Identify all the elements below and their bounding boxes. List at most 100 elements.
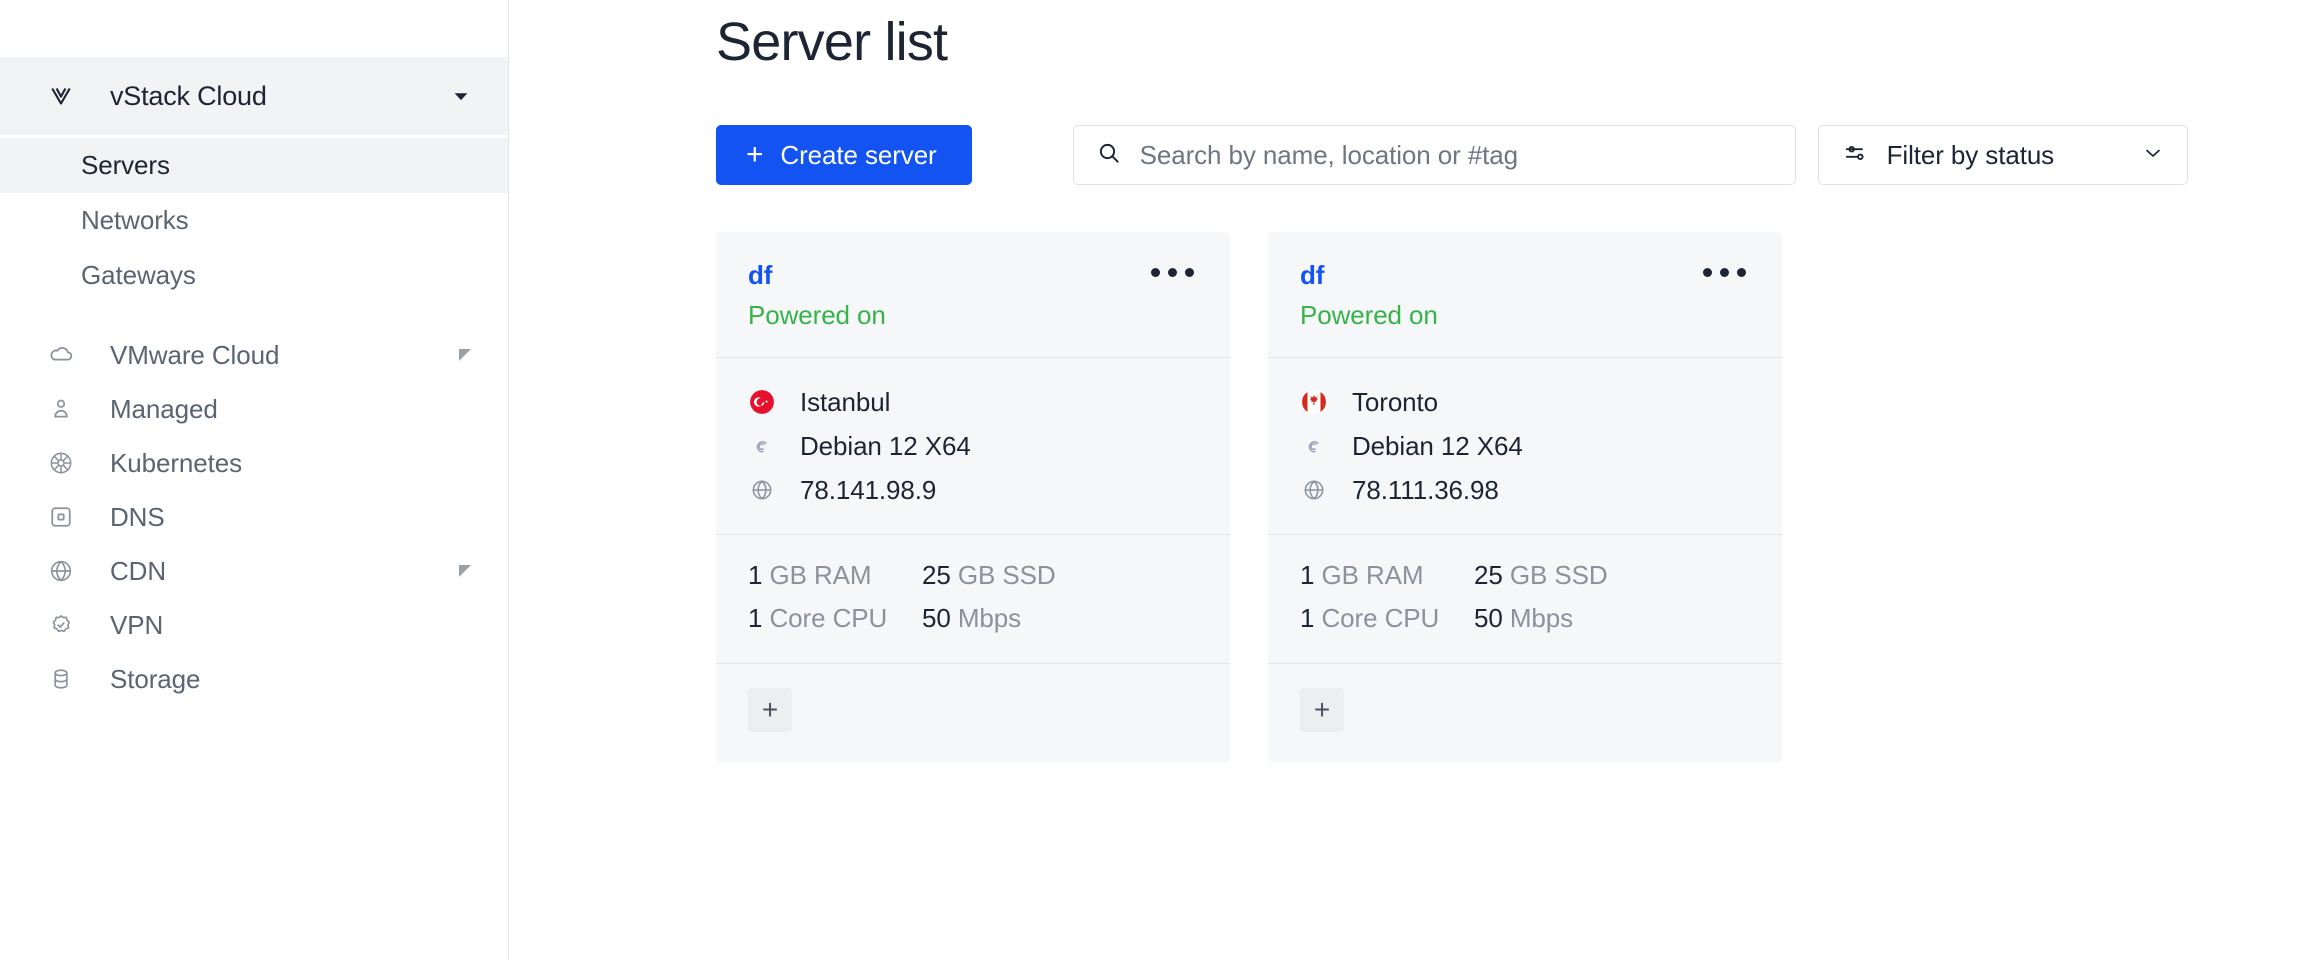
sidebar-item-networks[interactable]: Networks <box>0 193 508 248</box>
spec-ram-unit: GB RAM <box>1322 560 1424 590</box>
sidebar-item-vpn-label: VPN <box>110 610 456 641</box>
create-server-button[interactable]: + Create server <box>716 125 972 185</box>
spec-ssd-value: 25 <box>1474 560 1503 590</box>
sidebar-item-gateways[interactable]: Gateways <box>0 248 508 303</box>
spec-bandwidth-value: 50 <box>922 603 951 633</box>
no-expand-placeholder <box>456 670 474 688</box>
spec-ssd: 25 GB SSD <box>1474 557 1750 594</box>
search-icon <box>1096 140 1122 171</box>
spec-ram-value: 1 <box>1300 560 1314 590</box>
server-location: Istanbul <box>800 387 890 418</box>
canada-flag-icon <box>1300 388 1328 416</box>
sidebar-item-networks-label: Networks <box>81 205 189 236</box>
expand-corner-icon[interactable] <box>456 346 474 364</box>
spec-cpu-unit: Core CPU <box>770 603 888 633</box>
server-name-link[interactable]: df <box>1300 260 1324 291</box>
spec-cpu-value: 1 <box>748 603 762 633</box>
spec-bandwidth-unit: Mbps <box>958 603 1021 633</box>
server-card[interactable]: df Powered on <box>1268 232 1782 762</box>
server-card-header: df Powered on <box>1268 232 1782 357</box>
sidebar-item-servers-label: Servers <box>81 150 170 181</box>
server-ip-row: 78.111.36.98 <box>1300 468 1750 512</box>
search-box[interactable] <box>1073 125 1796 185</box>
search-input[interactable] <box>1140 140 1773 171</box>
spec-bandwidth: 50 Mbps <box>1474 600 1750 637</box>
ellipsis-icon[interactable] <box>1145 262 1200 283</box>
spec-ram-unit: GB RAM <box>770 560 872 590</box>
sidebar-brand-vstack-cloud[interactable]: vStack Cloud <box>0 57 508 135</box>
server-specs: 1 GB RAM 25 GB SSD 1 Core CPU 50 Mbps <box>716 535 1230 663</box>
spec-ram: 1 GB RAM <box>1300 557 1474 594</box>
turkey-flag-icon <box>748 388 776 416</box>
sidebar-item-kubernetes-label: Kubernetes <box>110 448 456 479</box>
sidebar-item-gateways-label: Gateways <box>81 260 196 291</box>
sidebar-item-storage[interactable]: Storage <box>0 652 508 706</box>
server-specs: 1 GB RAM 25 GB SSD 1 Core CPU 50 Mbps <box>1268 535 1782 663</box>
no-expand-placeholder <box>456 400 474 418</box>
server-location-row: Toronto <box>1300 380 1750 424</box>
no-expand-placeholder <box>456 616 474 634</box>
debian-icon <box>1300 432 1328 460</box>
sidebar-item-servers[interactable]: Servers <box>0 138 508 193</box>
server-ip: 78.111.36.98 <box>1352 475 1499 506</box>
server-location-row: Istanbul <box>748 380 1198 424</box>
sidebar-top-spacer <box>0 0 508 57</box>
dns-icon <box>46 502 76 532</box>
sidebar-item-dns[interactable]: DNS <box>0 490 508 544</box>
spec-cpu: 1 Core CPU <box>748 600 922 637</box>
filter-by-status-label: Filter by status <box>1887 140 2123 171</box>
server-card-info: Istanbul Debian 12 X64 <box>716 358 1230 534</box>
vstack-v-logo-icon <box>46 81 76 111</box>
spec-bandwidth-unit: Mbps <box>1510 603 1573 633</box>
caret-down-icon[interactable] <box>448 83 474 109</box>
spec-ssd-unit: GB SSD <box>958 560 1056 590</box>
page-title: Server list <box>716 4 2303 80</box>
server-ip-row: 78.141.98.9 <box>748 468 1198 512</box>
server-location: Toronto <box>1352 387 1438 418</box>
spec-ssd: 25 GB SSD <box>922 557 1198 594</box>
sidebar-item-vpn[interactable]: VPN <box>0 598 508 652</box>
spec-ram-value: 1 <box>748 560 762 590</box>
globe-icon <box>46 556 76 586</box>
filter-by-status-dropdown[interactable]: Filter by status <box>1818 125 2188 185</box>
sidebar-item-cdn[interactable]: CDN <box>0 544 508 598</box>
expand-corner-icon[interactable] <box>456 562 474 580</box>
server-card[interactable]: df Powered on <box>716 232 1230 762</box>
sidebar-item-managed[interactable]: Managed <box>0 382 508 436</box>
sidebar-item-managed-label: Managed <box>110 394 456 425</box>
app-root: vStack Cloud Servers Networks Gateways V… <box>0 0 2303 960</box>
sidebar-item-cdn-label: CDN <box>110 556 456 587</box>
spec-cpu: 1 Core CPU <box>1300 600 1474 637</box>
add-tag-button[interactable]: + <box>748 688 792 732</box>
shield-check-icon <box>46 610 76 640</box>
server-tags: + <box>716 664 1230 762</box>
sliders-icon <box>1843 140 1869 171</box>
main-content: Server list + Create server <box>509 0 2303 960</box>
server-tags: + <box>1268 664 1782 762</box>
server-os: Debian 12 X64 <box>1352 431 1523 462</box>
add-tag-button[interactable]: + <box>1300 688 1344 732</box>
server-name-link[interactable]: df <box>748 260 772 291</box>
sidebar-item-kubernetes[interactable]: Kubernetes <box>0 436 508 490</box>
spec-ram: 1 GB RAM <box>748 557 922 594</box>
database-icon <box>46 664 76 694</box>
user-icon <box>46 394 76 424</box>
globe-icon <box>1300 476 1328 504</box>
sidebar-item-storage-label: Storage <box>110 664 456 695</box>
sidebar-item-vmware-cloud-label: VMware Cloud <box>110 340 456 371</box>
toolbar: + Create server <box>716 125 2303 185</box>
sidebar: vStack Cloud Servers Networks Gateways V… <box>0 0 509 960</box>
server-os-row: Debian 12 X64 <box>1300 424 1750 468</box>
no-expand-placeholder <box>456 508 474 526</box>
globe-icon <box>748 476 776 504</box>
server-os: Debian 12 X64 <box>800 431 971 462</box>
status-badge: Powered on <box>1300 300 1750 331</box>
chevron-down-icon <box>2141 141 2165 170</box>
spec-cpu-value: 1 <box>1300 603 1314 633</box>
spec-ssd-unit: GB SSD <box>1510 560 1608 590</box>
debian-icon <box>748 432 776 460</box>
spec-bandwidth: 50 Mbps <box>922 600 1198 637</box>
sidebar-item-vmware-cloud[interactable]: VMware Cloud <box>0 328 508 382</box>
ellipsis-icon[interactable] <box>1697 262 1752 283</box>
server-os-row: Debian 12 X64 <box>748 424 1198 468</box>
